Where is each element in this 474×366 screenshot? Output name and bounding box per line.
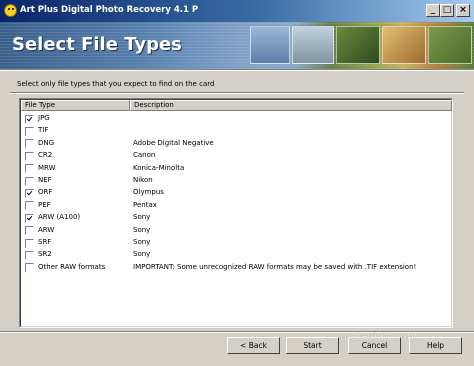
file-type-label: CR2 [38,151,53,160]
description-label: Olympus [133,188,164,197]
title-bar: Art Plus Digital Photo Recovery 4.1 P _ … [0,0,474,22]
start-button[interactable]: Start [286,337,339,354]
description-label: Konica-Minolta [133,163,185,172]
description-label: Canon [133,151,156,160]
table-row[interactable]: ORF Olympus [21,187,452,199]
file-type-label: TIF [38,126,49,135]
table-row[interactable]: ARW Sony [21,225,452,237]
close-button[interactable]: × [456,4,470,17]
smiley-icon [4,4,17,17]
file-type-label: MRW [38,163,56,172]
watermark: malavida.com [340,330,418,343]
table-row[interactable]: SR2 Sony [21,249,452,261]
description-label: Sony [133,225,151,234]
description-label: Sony [133,213,151,222]
checkbox[interactable] [25,263,34,273]
table-row[interactable]: TIF [21,125,452,137]
file-type-label: NEF [38,176,52,184]
header-banner: Select File Types [0,22,474,69]
page-heading: Select File Types [12,34,182,55]
table-row[interactable]: MRW Konica-Minolta [21,163,452,175]
checkbox[interactable] [25,114,34,124]
file-type-label: PEF [38,200,51,209]
checkbox[interactable] [25,250,34,260]
table-row[interactable]: CR2 Canon [21,150,452,162]
checkbox[interactable] [25,139,34,149]
app-window: Art Plus Digital Photo Recovery 4.1 P _ … [0,0,474,366]
table-row[interactable]: Other RAW formats IMPORTANT: Some unrecog… [21,262,452,274]
window-title: Art Plus Digital Photo Recovery 4.1 P [20,5,199,15]
description-label: Pentax [133,200,157,209]
checkbox[interactable] [25,126,34,136]
description-label: Sony [133,250,151,259]
file-type-label: DNG [38,138,55,147]
file-type-label: ARW (A100) [38,213,81,222]
description-label: Nikon [133,176,153,184]
table-row[interactable]: PEF Pentax [21,200,452,212]
table-row[interactable]: ARW (A100) Sony [21,212,452,224]
file-type-label: JPG [38,114,50,122]
file-type-list[interactable]: File Type Description JPG TIF DNG Adobe Dig… [19,98,453,328]
file-type-label: SR2 [38,250,52,259]
instruction-text: Select only file types that you expect t… [17,80,215,88]
description-label: IMPORTANT: Some unrecognized RAW formats… [133,262,417,271]
checkbox[interactable] [25,176,34,186]
column-header-description[interactable]: Description [130,100,452,111]
table-row[interactable]: SRF Sony [21,237,452,249]
file-type-label: ARW [38,225,55,234]
checkbox[interactable] [25,226,34,236]
file-type-label: SRF [38,238,52,246]
back-button[interactable]: < Back [227,337,280,354]
description-label: Sony [133,238,151,246]
checkbox[interactable] [25,151,34,161]
table-row[interactable]: NEF Nikon [21,175,452,187]
list-header: File Type Description [21,100,452,111]
minimize-button[interactable]: _ [426,4,440,17]
description-label: Adobe Digital Negative [133,138,214,147]
table-row[interactable]: DNG Adobe Digital Negative [21,138,452,150]
checkbox[interactable] [25,213,34,223]
column-header-file-type[interactable]: File Type [21,100,130,111]
maximize-button[interactable]: □ [440,4,454,17]
checkbox[interactable] [25,188,34,198]
checkbox[interactable] [25,201,34,211]
checkbox[interactable] [25,238,34,248]
file-type-label: ORF [38,188,53,197]
file-type-label: Other RAW formats [38,262,106,271]
table-row[interactable]: JPG [21,113,452,125]
checkbox[interactable] [25,164,34,174]
